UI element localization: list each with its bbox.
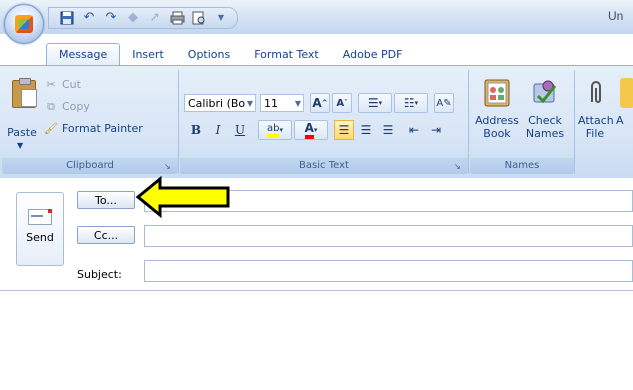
dialog-launcher-icon[interactable]: ↘ bbox=[454, 162, 463, 171]
shrink-font-button[interactable]: Aˇ bbox=[332, 93, 352, 113]
address-book-label-1: Address bbox=[475, 114, 519, 127]
attach-item-button[interactable]: A bbox=[616, 78, 633, 127]
align-left-icon: ☰ bbox=[338, 123, 350, 137]
dialog-launcher-icon[interactable]: ↘ bbox=[164, 162, 173, 171]
customize-dropdown-icon[interactable]: ▼ bbox=[213, 10, 229, 26]
scissors-icon: ✂ bbox=[46, 78, 56, 91]
message-header-area: Send To... Cc... Subject: bbox=[0, 178, 633, 282]
tab-insert[interactable]: Insert bbox=[120, 43, 176, 65]
chevron-down-icon[interactable]: ▼ bbox=[295, 95, 301, 113]
italic-button[interactable]: I bbox=[208, 120, 228, 140]
font-name-field[interactable]: Calibri (Bo ▼ bbox=[184, 94, 256, 112]
eraser-icon: A✎ bbox=[436, 97, 452, 109]
numbering-icon: ☷ bbox=[403, 96, 415, 110]
attach-label-2: File bbox=[585, 127, 605, 140]
down-arrow-icon[interactable]: ➚ bbox=[147, 10, 163, 26]
clipboard-group-label: Clipboard bbox=[2, 158, 178, 174]
save-icon[interactable] bbox=[59, 10, 75, 26]
align-center-button[interactable]: ☰ bbox=[356, 120, 376, 140]
chevron-down-icon[interactable]: ▼ bbox=[17, 141, 23, 150]
cc-field[interactable] bbox=[144, 225, 633, 247]
message-body[interactable] bbox=[0, 290, 633, 390]
tab-options[interactable]: Options bbox=[176, 43, 242, 65]
check-names-icon bbox=[530, 78, 560, 108]
include-group: Attach File A bbox=[576, 70, 633, 174]
to-button[interactable]: To... bbox=[77, 191, 135, 209]
bold-button[interactable]: B bbox=[186, 120, 206, 140]
ribbon-tabs: Message Insert Options Format Text Adobe… bbox=[46, 43, 415, 66]
cut-button[interactable]: ✂ Cut bbox=[44, 76, 81, 94]
attach-file-button[interactable]: Attach File bbox=[578, 78, 614, 140]
cut-label: Cut bbox=[62, 78, 81, 91]
align-left-button[interactable]: ☰ bbox=[334, 120, 354, 140]
copy-label: Copy bbox=[62, 100, 90, 113]
address-book-label-2: Book bbox=[483, 127, 511, 140]
align-right-icon: ☰ bbox=[382, 123, 394, 137]
attach-item-label: A bbox=[616, 114, 624, 127]
tab-format-text[interactable]: Format Text bbox=[242, 43, 331, 65]
align-center-icon: ☰ bbox=[360, 123, 372, 137]
copy-icon: ⧉ bbox=[47, 100, 55, 113]
check-names-label-1: Check bbox=[528, 114, 562, 127]
attach-item-icon bbox=[620, 78, 633, 108]
redo-icon[interactable]: ↷ bbox=[103, 10, 119, 26]
highlight-button[interactable]: ab ▾ bbox=[258, 120, 292, 140]
cc-button[interactable]: Cc... bbox=[77, 226, 135, 244]
check-names-button[interactable]: Check Names bbox=[522, 78, 568, 140]
font-name-value: Calibri (Bo bbox=[188, 97, 246, 110]
bullets-icon: ☰ bbox=[367, 96, 379, 110]
office-logo-icon bbox=[15, 15, 33, 33]
increase-indent-button[interactable]: ⇥ bbox=[426, 120, 446, 140]
increase-indent-icon: ⇥ bbox=[430, 123, 442, 137]
basic-text-group: Calibri (Bo ▼ 11 ▼ A ^ Aˇ ☰ ▾ ☷ ▾ A✎ B I U ab… bbox=[180, 70, 469, 174]
underline-button[interactable]: U bbox=[230, 120, 250, 140]
copy-button[interactable]: ⧉ Copy bbox=[44, 98, 90, 116]
format-painter-label: Format Painter bbox=[62, 122, 143, 135]
address-book-button[interactable]: Address Book bbox=[474, 78, 520, 140]
window-title: Un bbox=[608, 9, 624, 23]
subject-label: Subject: bbox=[77, 268, 122, 281]
quick-access-toolbar: ↶ ↷ ◆ ➚ ▼ bbox=[48, 7, 238, 29]
clipboard-group: Paste ▼ ✂ Cut ⧉ Copy 🖌 Format Painter Clipb… bbox=[2, 70, 179, 174]
names-group: Address Book Check Names Names bbox=[470, 70, 575, 174]
names-group-label: Names bbox=[470, 158, 574, 174]
align-right-button[interactable]: ☰ bbox=[378, 120, 398, 140]
font-color-icon: A bbox=[304, 121, 314, 139]
check-names-label-2: Names bbox=[525, 127, 565, 140]
clear-formatting-button[interactable]: A✎ bbox=[434, 93, 454, 113]
font-color-button[interactable]: A ▾ bbox=[294, 120, 328, 140]
paintbrush-icon: 🖌 bbox=[44, 122, 58, 135]
grow-font-button[interactable]: A ^ bbox=[310, 93, 330, 113]
undo-icon[interactable]: ↶ bbox=[81, 10, 97, 26]
tab-adobe-pdf[interactable]: Adobe PDF bbox=[331, 43, 415, 65]
callout-arrow-icon bbox=[135, 176, 230, 218]
font-size-value: 11 bbox=[264, 97, 278, 110]
office-button[interactable] bbox=[4, 4, 44, 44]
subject-field[interactable] bbox=[144, 260, 633, 282]
print-icon[interactable] bbox=[169, 10, 185, 26]
highlighter-icon: ab bbox=[267, 123, 280, 138]
tab-message[interactable]: Message bbox=[46, 43, 121, 66]
envelope-icon bbox=[28, 209, 52, 225]
font-size-field[interactable]: 11 ▼ bbox=[260, 94, 304, 112]
paste-icon bbox=[12, 78, 37, 108]
decrease-indent-button[interactable]: ⇤ bbox=[404, 120, 424, 140]
attach-label-1: Attach bbox=[578, 114, 614, 127]
address-book-icon bbox=[482, 78, 512, 108]
numbering-button[interactable]: ☷ ▾ bbox=[394, 93, 428, 113]
decrease-indent-icon: ⇤ bbox=[408, 123, 420, 137]
chevron-down-icon[interactable]: ▼ bbox=[247, 95, 253, 113]
ribbon: Paste ▼ ✂ Cut ⧉ Copy 🖌 Format Painter Clipb… bbox=[0, 65, 633, 179]
paste-label: Paste bbox=[7, 126, 37, 139]
paperclip-icon bbox=[580, 78, 610, 108]
format-painter-button[interactable]: 🖌 Format Painter bbox=[44, 120, 143, 138]
up-arrow-icon[interactable]: ◆ bbox=[125, 10, 141, 26]
send-label: Send bbox=[26, 231, 54, 244]
bullets-button[interactable]: ☰ ▾ bbox=[358, 93, 392, 113]
send-button[interactable]: Send bbox=[16, 192, 64, 266]
basic-text-group-label: Basic Text bbox=[180, 158, 468, 174]
print-preview-icon[interactable] bbox=[191, 10, 207, 26]
